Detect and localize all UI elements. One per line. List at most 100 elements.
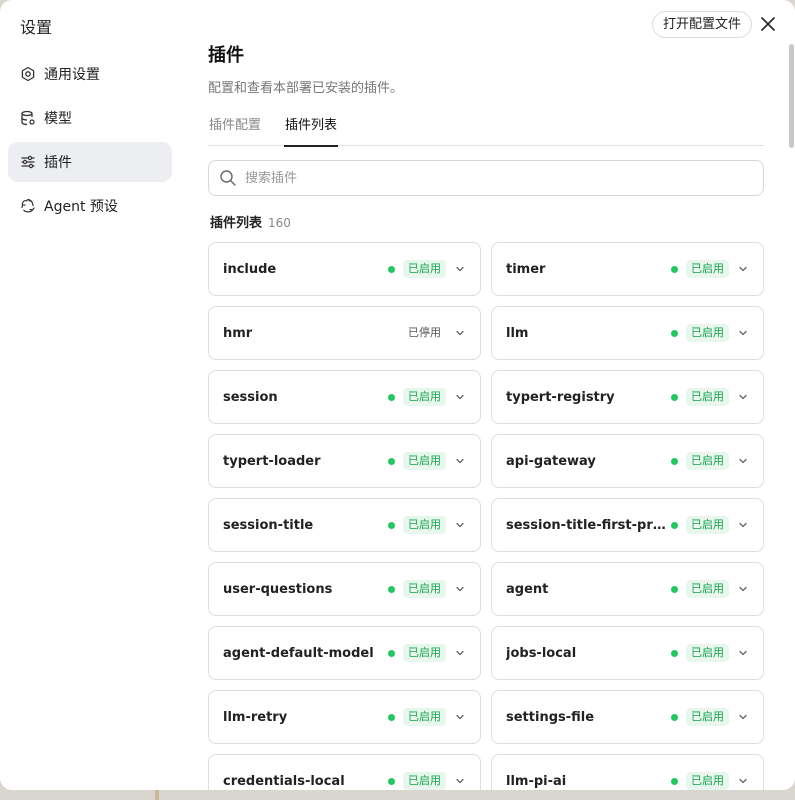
plugin-name: user-questions: [223, 581, 333, 597]
plugin-card[interactable]: typert-loader 已启用: [208, 434, 481, 488]
status-dot: [671, 713, 678, 721]
plugin-name: llm-pi-ai: [506, 773, 567, 789]
status-badge: 已启用: [686, 452, 729, 470]
plugin-grid: include 已启用 timer 已启用 hmr 已停用 llm 已启用 session 已启用…: [208, 242, 764, 790]
chevron-down-icon[interactable]: [737, 583, 749, 595]
plugin-card[interactable]: user-questions 已启用: [208, 562, 481, 616]
chevron-down-icon[interactable]: [454, 519, 466, 531]
status-dot: [671, 265, 678, 273]
status-badge: 已启用: [686, 644, 729, 662]
search-box[interactable]: [208, 160, 764, 196]
plugin-card[interactable]: llm-retry 已启用: [208, 690, 481, 744]
plugin-card[interactable]: llm 已启用: [491, 306, 764, 360]
tab-plugin-list[interactable]: 插件列表: [284, 114, 339, 147]
sidebar: 通用设置 模型 插件 Agent 预设: [8, 54, 172, 230]
settings-dialog: 设置 打开配置文件 通用设置 模型 插件 Agent 预设 插件 配置和查看本部…: [0, 0, 795, 790]
database-icon: [20, 110, 36, 126]
plugin-name: session-title: [223, 517, 314, 533]
sidebar-item-agent-presets[interactable]: Agent 预设: [8, 186, 172, 226]
plugin-name: jobs-local: [506, 645, 577, 661]
status-badge: 已启用: [686, 708, 729, 726]
chevron-down-icon[interactable]: [454, 711, 466, 723]
sidebar-item-plugins[interactable]: 插件: [8, 142, 172, 182]
gear-icon: [20, 66, 36, 82]
plugin-card[interactable]: agent 已启用: [491, 562, 764, 616]
chevron-down-icon[interactable]: [737, 263, 749, 275]
sidebar-item-general[interactable]: 通用设置: [8, 54, 172, 94]
status-badge: 已启用: [403, 260, 446, 278]
plugin-card[interactable]: session 已启用: [208, 370, 481, 424]
status-dot: [671, 457, 678, 465]
dialog-title: 设置: [20, 18, 53, 37]
status-dot: [388, 713, 395, 721]
status-dot: [671, 393, 678, 401]
plugin-card[interactable]: settings-file 已启用: [491, 690, 764, 744]
chevron-down-icon[interactable]: [737, 327, 749, 339]
plugin-name: agent: [506, 581, 549, 597]
search-icon: [220, 170, 236, 186]
status-dot: [671, 521, 678, 529]
plugin-name: llm-retry: [223, 709, 288, 725]
chevron-down-icon[interactable]: [454, 327, 466, 339]
chevron-down-icon[interactable]: [737, 711, 749, 723]
chevron-down-icon[interactable]: [454, 263, 466, 275]
sidebar-item-label: 模型: [44, 111, 72, 127]
status-dot: [671, 649, 678, 657]
status-badge: 已启用: [686, 516, 729, 534]
open-config-file-button[interactable]: 打开配置文件: [652, 11, 753, 38]
status-badge: 已启用: [686, 388, 729, 406]
status-dot: [388, 585, 395, 593]
chevron-down-icon[interactable]: [454, 775, 466, 787]
status-badge: 已启用: [686, 260, 729, 278]
status-badge: 已启用: [686, 580, 729, 598]
search-input[interactable]: [245, 170, 763, 186]
chevron-down-icon[interactable]: [454, 583, 466, 595]
plugin-list-title: 插件列表: [210, 216, 263, 231]
plugin-card[interactable]: agent-default-model 已启用: [208, 626, 481, 680]
plugin-card[interactable]: timer 已启用: [491, 242, 764, 296]
chevron-down-icon[interactable]: [454, 455, 466, 467]
chevron-down-icon[interactable]: [454, 391, 466, 403]
plugin-card[interactable]: include 已启用: [208, 242, 481, 296]
plugin-card[interactable]: session-title 已启用: [208, 498, 481, 552]
status-badge: 已启用: [403, 580, 446, 598]
status-badge: 已启用: [403, 772, 446, 790]
sliders-icon: [20, 154, 36, 170]
plugin-card[interactable]: typert-registry 已启用: [491, 370, 764, 424]
chevron-down-icon[interactable]: [737, 775, 749, 787]
plugin-name: include: [223, 261, 277, 277]
status-dot: [671, 777, 678, 785]
main-panel: 插件 配置和查看本部署已安装的插件。 插件配置 插件列表 插件列表 160: [208, 44, 764, 231]
chevron-down-icon[interactable]: [737, 455, 749, 467]
status-dot: [388, 457, 395, 465]
scrollbar[interactable]: [789, 44, 794, 148]
plugin-card[interactable]: credentials-local 已启用: [208, 754, 481, 790]
status-badge: 已启用: [403, 644, 446, 662]
sidebar-item-label: 插件: [44, 155, 72, 171]
tab-bar: 插件配置 插件列表: [208, 114, 764, 147]
status-badge: 已启用: [686, 324, 729, 342]
plugin-card[interactable]: hmr 已停用: [208, 306, 481, 360]
status-dot: [671, 329, 678, 337]
status-badge: 已启用: [403, 516, 446, 534]
status-badge: 已启用: [403, 708, 446, 726]
plugin-card[interactable]: api-gateway 已启用: [491, 434, 764, 488]
chevron-down-icon[interactable]: [737, 647, 749, 659]
tab-plugin-config[interactable]: 插件配置: [208, 114, 262, 146]
plugin-card[interactable]: llm-pi-ai 已启用: [491, 754, 764, 790]
chevron-down-icon[interactable]: [737, 519, 749, 531]
plugin-name: session: [223, 389, 278, 405]
sidebar-item-models[interactable]: 模型: [8, 98, 172, 138]
plugin-name: credentials-local: [223, 773, 345, 789]
status-dot: [388, 393, 395, 401]
status-badge: 已停用: [408, 326, 441, 339]
page-title: 插件: [208, 45, 244, 66]
close-button[interactable]: [757, 13, 779, 35]
status-dot: [388, 521, 395, 529]
chevron-down-icon[interactable]: [454, 647, 466, 659]
chevron-down-icon[interactable]: [737, 391, 749, 403]
plugin-card[interactable]: session-title-first-pro… 已启用: [491, 498, 764, 552]
plugin-card[interactable]: jobs-local 已启用: [491, 626, 764, 680]
plugin-name: typert-loader: [223, 453, 321, 469]
plugin-name: agent-default-model: [223, 645, 374, 661]
